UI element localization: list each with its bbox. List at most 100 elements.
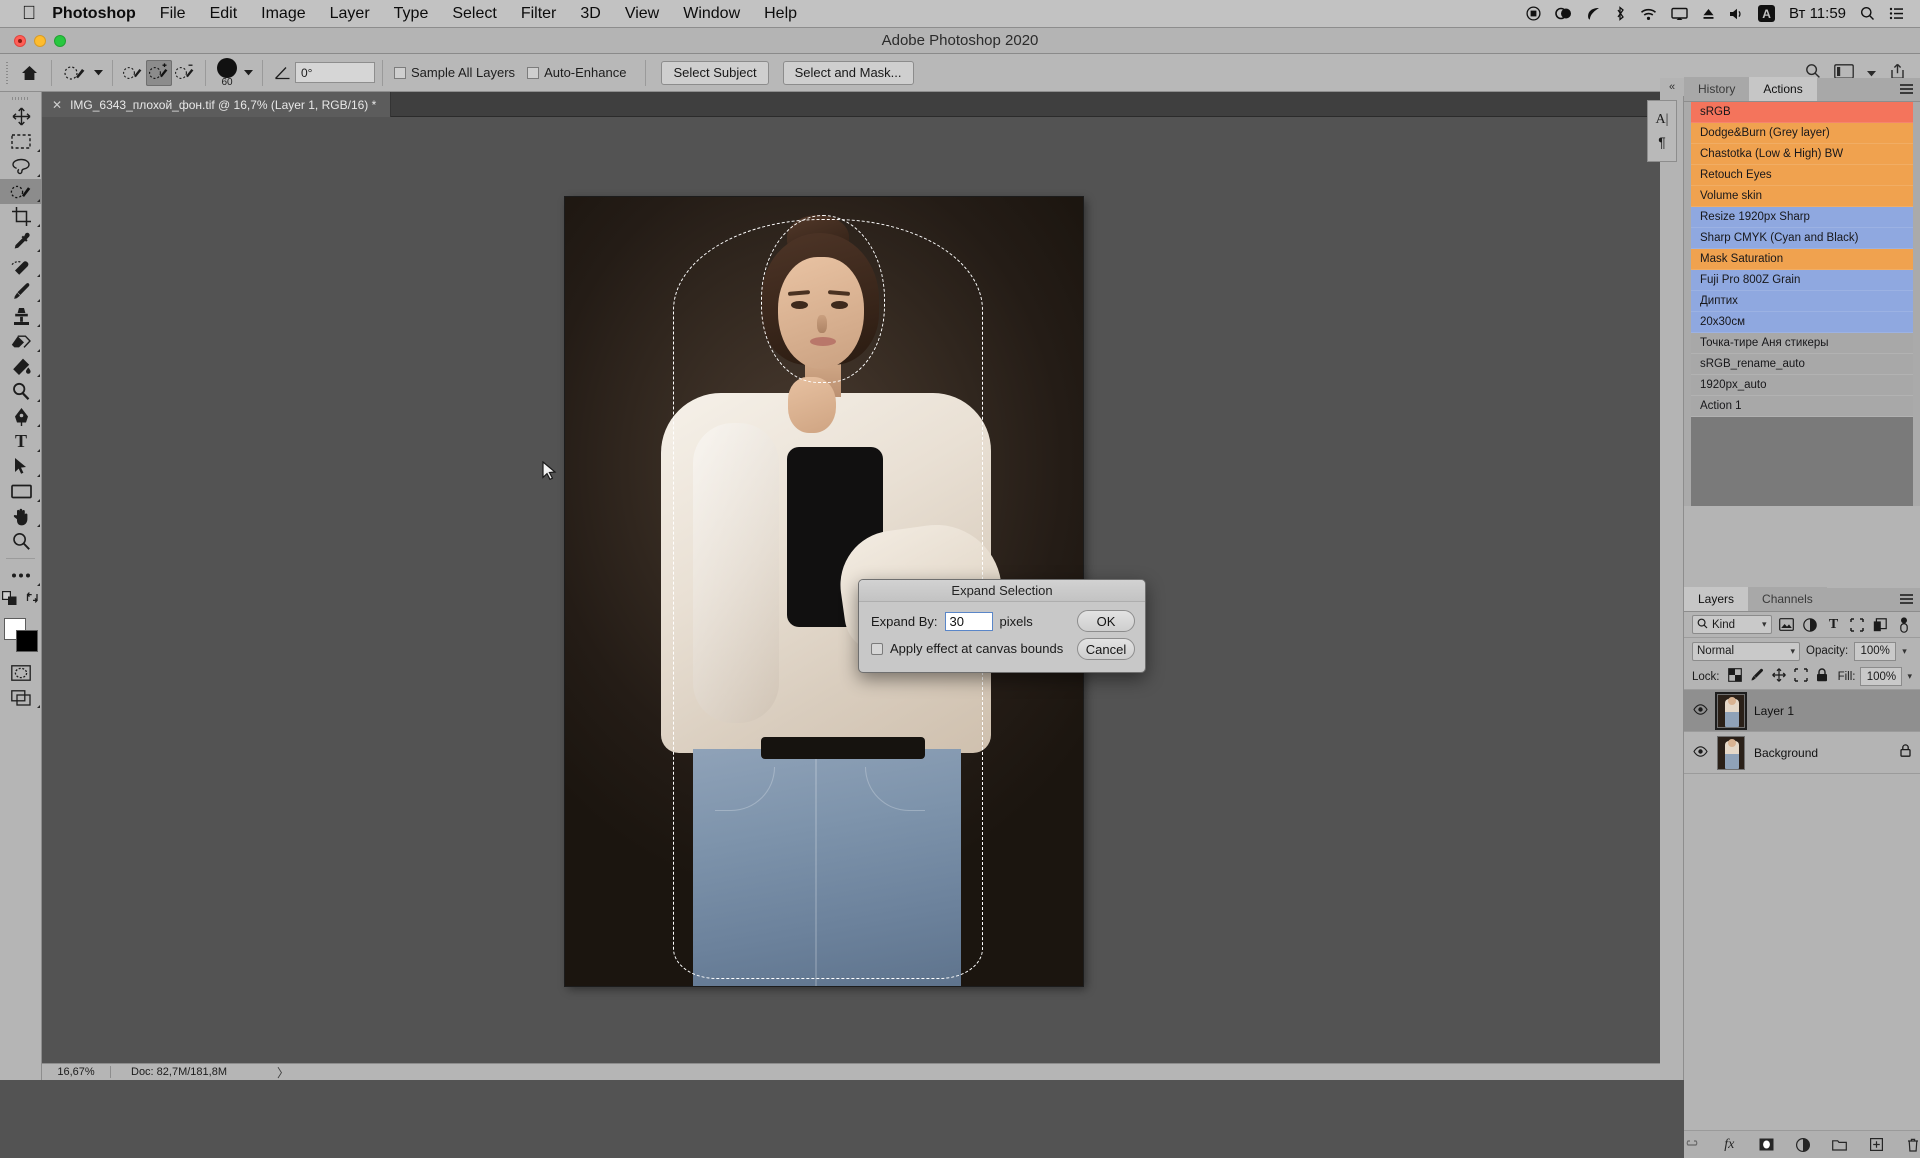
home-icon[interactable] [14,60,44,86]
cancel-button[interactable]: Cancel [1077,638,1135,660]
default-colors-icon[interactable] [2,591,17,610]
chevron-down-icon[interactable] [91,60,105,86]
paragraph-panel-icon[interactable]: ¶ [1658,134,1666,150]
leaf-icon[interactable] [1586,6,1601,21]
layer-name[interactable]: Background [1754,746,1891,760]
expand-by-input[interactable]: 30 [945,612,993,631]
screen-mode-icon[interactable] [0,685,42,710]
character-panel-icon[interactable]: A| [1656,112,1669,128]
rectangular-marquee-tool[interactable] [0,129,42,154]
action-item[interactable]: Resize 1920px Sharp [1691,207,1913,228]
rectangle-tool[interactable] [0,479,42,504]
quick-selection-tool[interactable] [0,179,42,204]
adjustment-layer-filter-icon[interactable] [1802,616,1818,633]
crop-tool[interactable] [0,204,42,229]
hand-tool[interactable] [0,504,42,529]
menu-window[interactable]: Window [671,5,752,23]
filter-toggle-icon[interactable] [1896,616,1912,633]
checkbox-box[interactable] [527,67,539,79]
action-item[interactable]: Action 1 [1691,396,1913,417]
action-item[interactable]: Retouch Eyes [1691,165,1913,186]
add-to-selection-button[interactable] [146,60,172,86]
layer-filter-kind-select[interactable]: Kind ▾ [1692,615,1772,634]
airplay-icon[interactable] [1671,7,1688,21]
layer-visibility-icon[interactable] [1693,744,1708,762]
tab-actions[interactable]: Actions [1749,77,1816,101]
record-icon[interactable] [1526,6,1541,21]
chevron-down-icon[interactable]: ▾ [1902,646,1907,657]
tab-channels[interactable]: Channels [1748,587,1827,611]
angle-input[interactable]: 0° [295,62,375,83]
chevron-down-icon[interactable] [241,60,255,86]
apple-icon[interactable]:  [22,4,36,23]
close-icon[interactable]: ✕ [52,98,62,112]
gradient-tool[interactable] [0,354,42,379]
layer-thumbnail[interactable] [1717,736,1745,770]
layer-mask-button[interactable] [1759,1136,1774,1153]
action-item[interactable]: Sharp CMYK (Cyan and Black) [1691,228,1913,249]
brush-tool[interactable] [0,279,42,304]
tool-preset-picker[interactable] [59,60,91,86]
action-item[interactable]: sRGB_rename_auto [1691,354,1913,375]
edit-toolbar-tool[interactable] [0,563,42,588]
character-paragraph-collapsed-panel[interactable]: A| ¶ [1647,100,1677,162]
checkbox-box[interactable] [394,67,406,79]
expand-selection-dialog[interactable]: Expand Selection Expand By: 30 pixels Ap… [858,579,1146,673]
spot-healing-brush-tool[interactable] [0,254,42,279]
menu-select[interactable]: Select [440,5,508,23]
action-item[interactable]: Dodge&Burn (Grey layer) [1691,123,1913,144]
auto-enhance-checkbox[interactable]: Auto-Enhance [527,65,626,80]
status-expand-arrow[interactable]: 〉 [277,1064,289,1081]
control-center-icon[interactable] [1889,7,1904,20]
fill-value[interactable]: 100% [1860,667,1902,686]
collapse-panels-icon[interactable]: « [1660,78,1684,96]
menu-layer[interactable]: Layer [318,5,382,23]
smart-object-filter-icon[interactable] [1872,616,1888,633]
chevron-down-icon[interactable]: ▾ [1762,619,1767,630]
delete-layer-button[interactable] [1906,1136,1920,1153]
menu-3d[interactable]: 3D [568,5,612,23]
tab-layers[interactable]: Layers [1684,587,1748,611]
chevron-down-icon[interactable]: ▾ [1907,671,1912,682]
quick-mask-icon[interactable] [0,660,42,685]
select-and-mask-button[interactable]: Select and Mask... [783,61,914,85]
zoom-tool[interactable] [0,529,42,554]
opacity-value[interactable]: 100% [1854,642,1896,661]
input-source-icon[interactable]: A [1758,5,1775,22]
action-item[interactable]: Fuji Pro 800Z Grain [1691,270,1913,291]
adjustment-layer-button[interactable] [1796,1136,1811,1153]
search-icon[interactable] [1860,6,1875,21]
lock-all-icon[interactable] [1816,668,1828,685]
link-layers-button[interactable] [1684,1136,1700,1153]
menu-help[interactable]: Help [752,5,809,23]
clone-stamp-tool[interactable] [0,304,42,329]
ok-button[interactable]: OK [1077,610,1135,632]
apply-at-canvas-bounds-checkbox[interactable] [871,643,883,655]
cloud-link-icon[interactable] [1555,6,1572,21]
canvas-area[interactable]: Expand Selection Expand By: 30 pixels Ap… [42,117,1682,1063]
action-item[interactable]: Volume skin [1691,186,1913,207]
menu-bar-clock[interactable]: Вт 11:59 [1789,5,1846,22]
horizontal-type-tool[interactable]: T [0,429,42,454]
layer-visibility-icon[interactable] [1693,702,1708,720]
action-item[interactable]: Точка-тире Аня стикеры [1691,333,1913,354]
options-bar-grip[interactable] [0,54,14,91]
menu-type[interactable]: Type [382,5,441,23]
subtract-from-selection-button[interactable] [172,60,198,86]
bluetooth-icon[interactable] [1615,6,1626,21]
layer-style-button[interactable]: fx [1722,1136,1737,1153]
panel-menu-icon[interactable] [1900,594,1913,605]
select-subject-button[interactable]: Select Subject [661,61,768,85]
pen-tool[interactable] [0,404,42,429]
color-swatches[interactable] [4,618,38,652]
new-layer-button[interactable] [1869,1136,1884,1153]
layer-name[interactable]: Layer 1 [1754,704,1911,718]
menu-photoshop[interactable]: Photoshop [40,5,148,23]
lock-artboard-icon[interactable] [1794,668,1808,685]
panel-menu-icon[interactable] [1900,84,1913,95]
eject-icon[interactable] [1702,7,1715,21]
move-tool[interactable] [0,104,42,129]
wifi-icon[interactable] [1640,7,1657,21]
eraser-tool[interactable] [0,329,42,354]
layer-row[interactable]: Background [1684,732,1920,774]
